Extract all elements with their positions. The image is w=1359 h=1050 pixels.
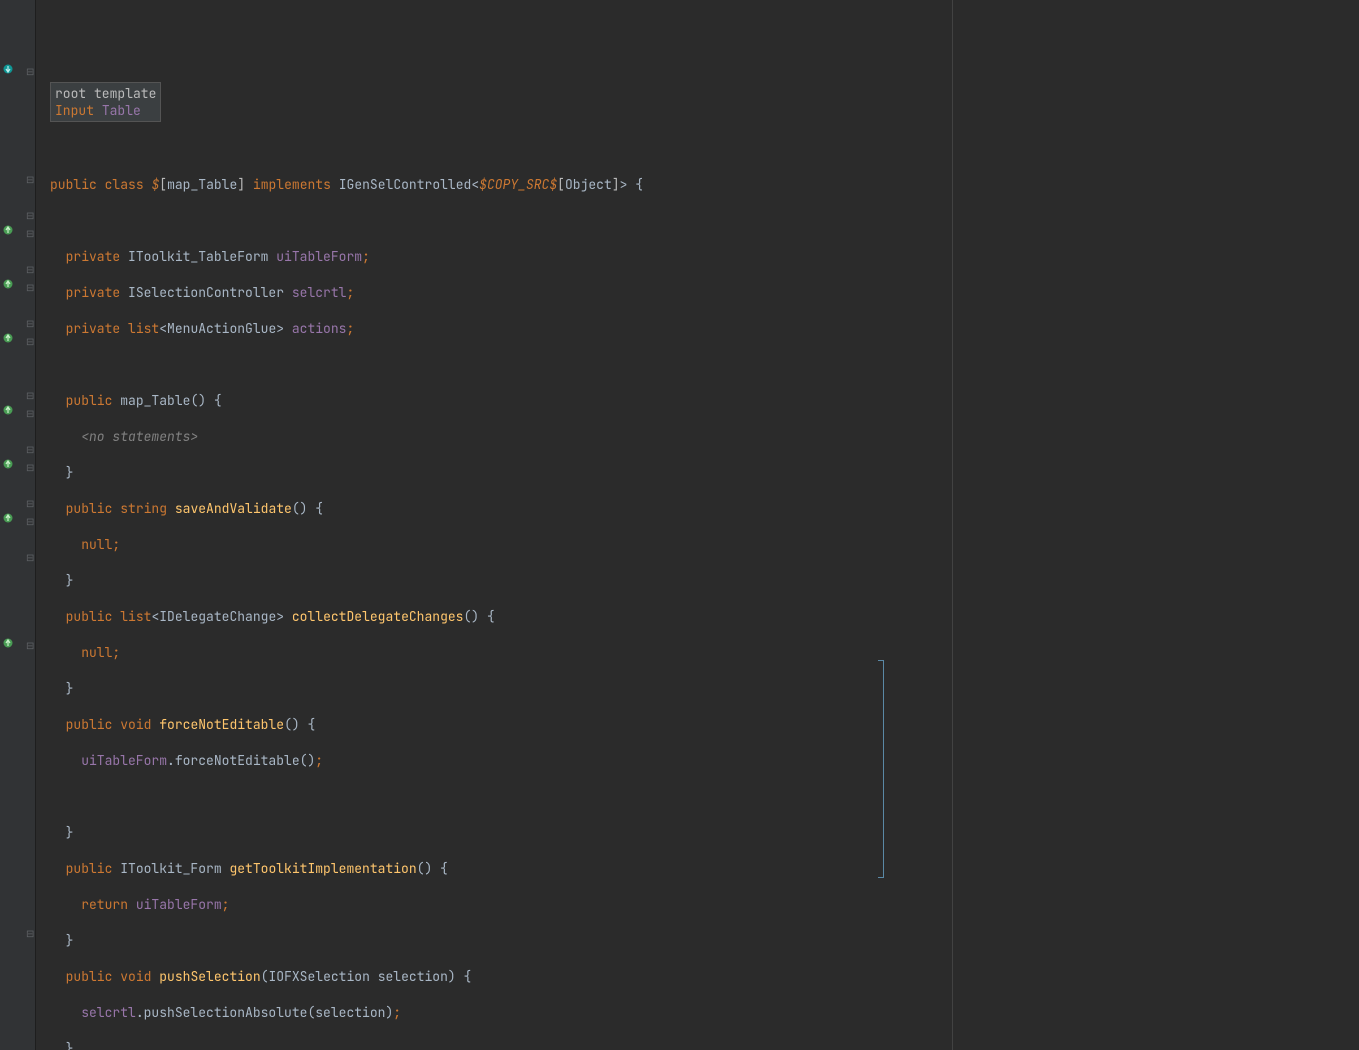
code-line: uiTableForm.forceNotEditable();: [50, 752, 1359, 770]
override-up-icon[interactable]: [3, 279, 15, 291]
code-line: selcrtl.pushSelectionAbsolute(selection)…: [50, 1004, 1359, 1022]
implement-down-icon[interactable]: [3, 64, 15, 76]
code-area[interactable]: root template Input Table public class $…: [36, 0, 1359, 1050]
code-line: public void pushSelection(IOFXSelection …: [50, 968, 1359, 986]
code-line: public void forceNotEditable() {: [50, 716, 1359, 734]
code-line: null;: [50, 644, 1359, 662]
code-line: public list<IDelegateChange> collectDele…: [50, 608, 1359, 626]
fold-toggle-icon[interactable]: ⊟: [26, 405, 34, 413]
override-up-icon[interactable]: [3, 333, 15, 345]
code-line: null;: [50, 536, 1359, 554]
fold-toggle-icon[interactable]: ⊟: [26, 513, 34, 521]
code-line: private IToolkit_TableForm uiTableForm;: [50, 248, 1359, 266]
code-line: public map_Table() {: [50, 392, 1359, 410]
fold-toggle-icon[interactable]: ⊟: [26, 171, 34, 179]
code-line: }: [50, 464, 1359, 482]
fold-end-icon[interactable]: ⊟: [26, 207, 34, 215]
override-up-icon[interactable]: [3, 513, 15, 525]
fold-end-icon[interactable]: ⊟: [26, 549, 34, 557]
fold-end-icon[interactable]: ⊟: [26, 261, 34, 269]
code-line: public string saveAndValidate() {: [50, 500, 1359, 518]
code-line: private ISelectionController selcrtl;: [50, 284, 1359, 302]
code-line: }: [50, 680, 1359, 698]
code-editor[interactable]: ⊟ ⊟ ⊟ ⊟ ⊟ ⊟ ⊟ ⊟ ⊟ ⊟ ⊟ ⊟ ⊟ ⊟ ⊟ ⊟ ⊟ root t…: [0, 0, 1359, 1050]
code-line: }: [50, 824, 1359, 842]
right-margin-guide: [952, 0, 953, 1050]
code-line: <no statements>: [50, 428, 1359, 446]
fold-end-icon[interactable]: ⊟: [26, 387, 34, 395]
code-line: return uiTableForm;: [50, 896, 1359, 914]
fold-toggle-icon[interactable]: ⊟: [26, 333, 34, 341]
code-line: }: [50, 1040, 1359, 1050]
fold-end-icon[interactable]: ⊟: [26, 495, 34, 503]
block-brace-guide: [878, 660, 884, 878]
override-up-icon[interactable]: [3, 459, 15, 471]
code-line: public IToolkit_Form getToolkitImplement…: [50, 860, 1359, 878]
override-up-icon[interactable]: [3, 225, 15, 237]
fold-toggle-icon[interactable]: ⊟: [26, 637, 34, 645]
override-up-icon[interactable]: [3, 638, 15, 650]
fold-end-icon[interactable]: ⊟: [26, 315, 34, 323]
fold-toggle-icon[interactable]: ⊟: [26, 279, 34, 287]
code-line: public class $[map_Table] implements IGe…: [50, 176, 1359, 194]
fold-end-icon[interactable]: ⊟: [26, 925, 34, 933]
override-up-icon[interactable]: [3, 405, 15, 417]
fold-end-icon[interactable]: ⊟: [26, 441, 34, 449]
root-template-box: root template Input Table: [50, 82, 161, 122]
code-line: }: [50, 932, 1359, 950]
fold-toggle-icon[interactable]: ⊟: [26, 225, 34, 233]
code-line: private list<MenuActionGlue> actions;: [50, 320, 1359, 338]
fold-toggle-icon[interactable]: ⊟: [26, 63, 34, 71]
fold-toggle-icon[interactable]: ⊟: [26, 459, 34, 467]
gutter: ⊟ ⊟ ⊟ ⊟ ⊟ ⊟ ⊟ ⊟ ⊟ ⊟ ⊟ ⊟ ⊟ ⊟ ⊟ ⊟ ⊟: [0, 0, 36, 1050]
code-line: }: [50, 572, 1359, 590]
